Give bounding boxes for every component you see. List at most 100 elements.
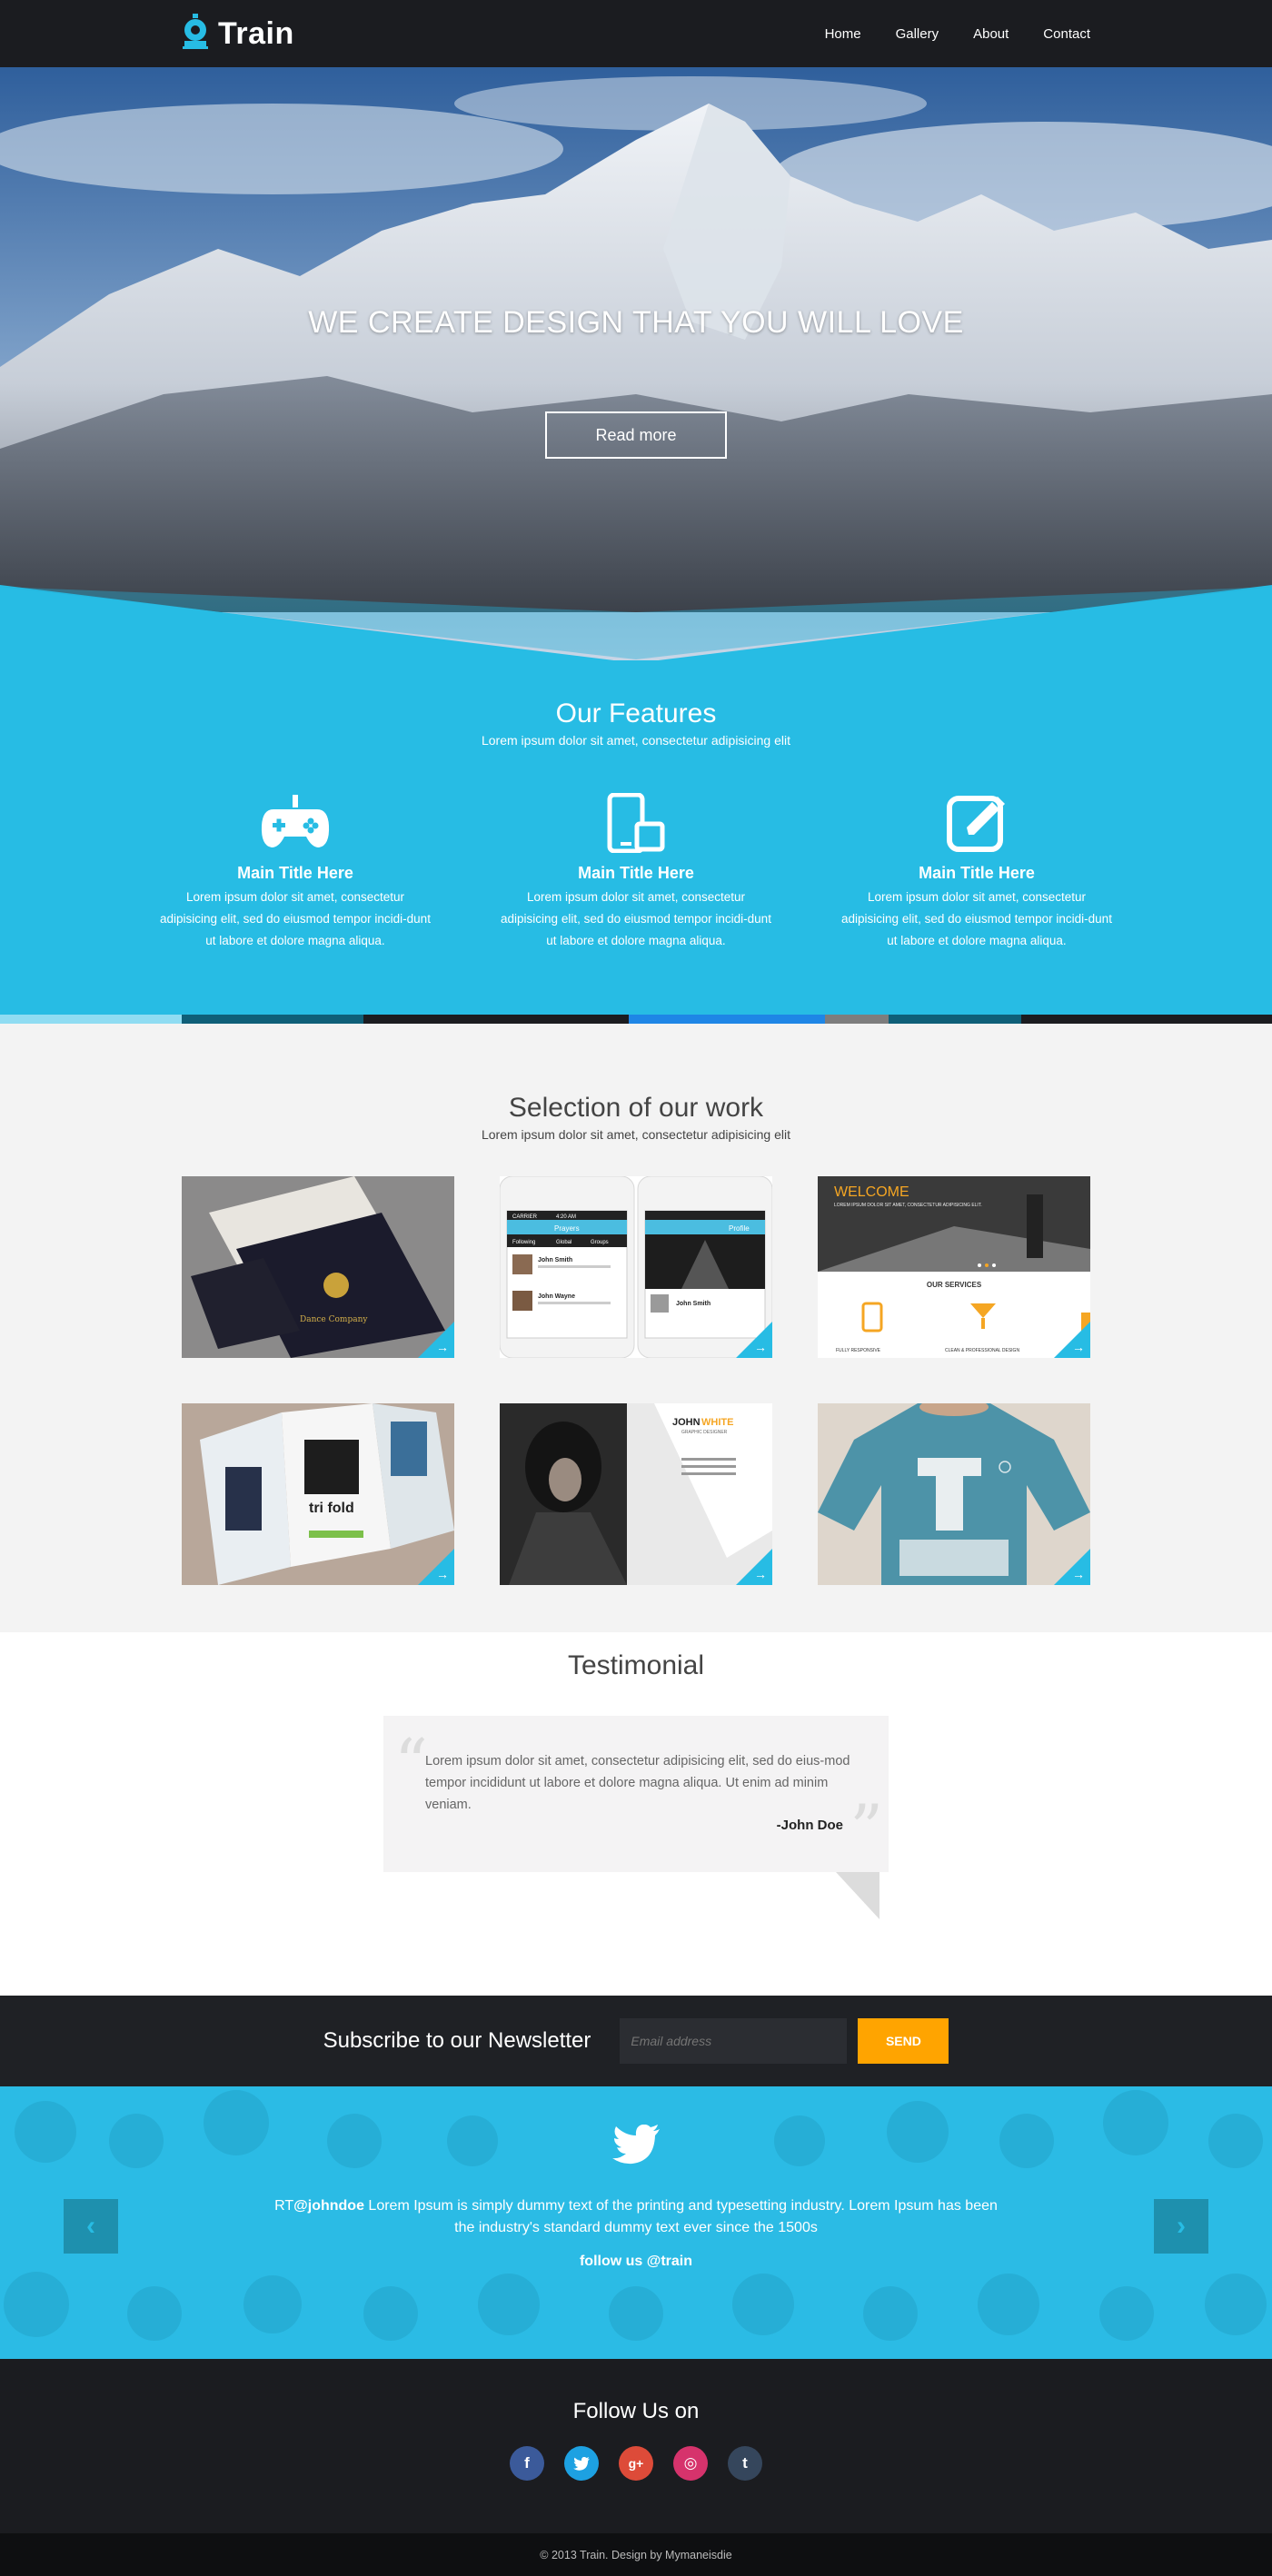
nav-contact[interactable]: Contact xyxy=(1043,26,1090,42)
brochure-image: tri fold xyxy=(182,1403,454,1585)
arrow-right-icon: → xyxy=(1072,1567,1085,1581)
portfolio-item-brochure[interactable]: tri fold → xyxy=(182,1403,454,1585)
portfolio-item-mobile-app[interactable]: CARRIER 4:20 AM Prayers Profile Followin… xyxy=(500,1176,772,1358)
features-title: Our Features xyxy=(555,698,717,728)
google-plus-icon[interactable]: g+ xyxy=(619,2446,653,2481)
tshirt-image xyxy=(818,1403,1090,1585)
arrow-right-icon: → xyxy=(436,1340,449,1354)
devices-icon xyxy=(500,791,772,855)
work-section: Selection of our work Lorem ipsum dolor … xyxy=(0,1024,1272,1632)
website-image: WELCOME LOREM IPSUM DOLOR SIT AMET, CONS… xyxy=(818,1176,1090,1358)
tab-label: Global xyxy=(556,1240,571,1245)
testimonial-card: “ Lorem ipsum dolor sit amet, consectetu… xyxy=(383,1716,889,1872)
tab-label: Groups xyxy=(591,1240,609,1245)
twitter-section: RT@johndoe Lorem Ipsum is simply dummy t… xyxy=(0,2086,1272,2359)
nav-gallery[interactable]: Gallery xyxy=(896,26,939,42)
color-bar xyxy=(0,1015,1272,1024)
color-bar-segment xyxy=(629,1015,825,1024)
hero-headline: WE CREATE DESIGN THAT YOU WILL LOVE xyxy=(308,305,964,340)
tweet-body: Lorem Ipsum is simply dummy text of the … xyxy=(363,2198,998,2235)
send-button[interactable]: SEND xyxy=(858,2018,949,2064)
screen-title-b: Profile xyxy=(729,1224,750,1233)
color-bar-segment xyxy=(1021,1015,1272,1024)
newsletter-section: Subscribe to our Newsletter SEND xyxy=(0,1996,1272,2086)
copyright-text: © 2013 Train. Design by Mymaneisdie xyxy=(540,2548,732,2561)
logo[interactable]: Train xyxy=(182,13,294,54)
hero: WE CREATE DESIGN THAT YOU WILL LOVE Read… xyxy=(0,67,1272,663)
identity-image: JOHN WHITE GRAPHIC DESIGNER xyxy=(500,1403,772,1585)
social-links: f g+ ◎ t xyxy=(0,2446,1272,2481)
testimonial-author: -John Doe xyxy=(776,1818,843,1833)
feature-item: Main Title Here Lorem ipsum dolor sit am… xyxy=(840,791,1113,952)
color-bar-segment xyxy=(889,1015,1021,1024)
quote-close-icon: ” xyxy=(850,1790,883,1867)
brochure-text: tri fold xyxy=(309,1501,354,1516)
next-tweet-button[interactable]: › xyxy=(1154,2199,1208,2254)
portfolio-item-tshirt[interactable]: → xyxy=(818,1403,1090,1585)
profile-name: John Smith xyxy=(676,1301,711,1307)
facebook-icon[interactable]: f xyxy=(510,2446,544,2481)
gamepad-icon xyxy=(159,791,432,855)
tweet-text: RT@johndoe Lorem Ipsum is simply dummy t… xyxy=(263,2195,1009,2239)
portfolio-item-business-cards[interactable]: Dance Company → xyxy=(182,1176,454,1358)
logo-text: Train xyxy=(218,15,294,51)
read-more-button[interactable]: Read more xyxy=(545,411,727,459)
color-bar-segment xyxy=(182,1015,363,1024)
follow-us-link[interactable]: follow us @train xyxy=(0,2254,1272,2270)
testimonial-section: Testimonial “ Lorem ipsum dolor sit amet… xyxy=(0,1632,1272,1996)
testimonial-title: Testimonial xyxy=(567,1650,705,1680)
work-subtitle: Lorem ipsum dolor sit amet, consectetur … xyxy=(481,1127,791,1142)
edit-icon xyxy=(840,791,1113,855)
tweet-handle[interactable]: @johndoe xyxy=(293,2198,364,2214)
dribbble-icon[interactable]: ◎ xyxy=(673,2446,708,2481)
nav-about[interactable]: About xyxy=(973,26,1009,42)
feature-text: Lorem ipsum dolor sit amet, consectetur … xyxy=(841,890,1112,947)
screen-title-a: Prayers xyxy=(554,1224,580,1233)
follow-section: Follow Us on f g+ ◎ t xyxy=(0,2359,1272,2533)
tab-label: Following xyxy=(512,1240,535,1245)
testimonial-tail xyxy=(836,1872,879,1919)
twitter-icon[interactable] xyxy=(564,2446,599,2481)
service-label: FULLY RESPONSIVE xyxy=(836,1348,881,1353)
time-label: 4:20 AM xyxy=(556,1214,576,1220)
contact-name: John Wayne xyxy=(538,1293,575,1300)
color-bar-segment xyxy=(363,1015,629,1024)
service-label: CLEAN & PROFESSIONAL DESIGN xyxy=(945,1348,1019,1353)
welcome-sub: LOREM IPSUM DOLOR SIT AMET, CONSECTETUR … xyxy=(834,1203,982,1208)
welcome-heading: WELCOME xyxy=(834,1184,909,1200)
portfolio-item-website[interactable]: WELCOME LOREM IPSUM DOLOR SIT AMET, CONS… xyxy=(818,1176,1090,1358)
business-cards-image: Dance Company xyxy=(182,1176,454,1358)
work-title: Selection of our work xyxy=(508,1093,764,1123)
feature-text: Lorem ipsum dolor sit amet, consectetur … xyxy=(160,890,431,947)
nav-home[interactable]: Home xyxy=(825,26,861,42)
feature-text: Lorem ipsum dolor sit amet, consectetur … xyxy=(501,890,771,947)
feature-item: Main Title Here Lorem ipsum dolor sit am… xyxy=(500,791,772,952)
carrier-label: CARRIER xyxy=(512,1214,538,1220)
features-subtitle: Lorem ipsum dolor sit amet, consectetur … xyxy=(481,733,791,748)
portfolio-item-identity[interactable]: JOHN WHITE GRAPHIC DESIGNER → xyxy=(500,1403,772,1585)
business-card-text: Dance Company xyxy=(300,1315,368,1324)
tumblr-icon[interactable]: t xyxy=(728,2446,762,2481)
email-input[interactable] xyxy=(620,2018,848,2064)
services-heading: OUR SERVICES xyxy=(927,1281,982,1289)
arrow-right-icon: → xyxy=(754,1567,767,1581)
card-name-first: JOHN xyxy=(672,1417,701,1428)
arrow-right-icon: → xyxy=(436,1567,449,1581)
color-bar-segment xyxy=(0,1015,182,1024)
train-icon xyxy=(182,13,209,54)
quote-open-icon: “ xyxy=(394,1725,428,1801)
mobile-app-image: CARRIER 4:20 AM Prayers Profile Followin… xyxy=(500,1176,772,1358)
feature-title: Main Title Here xyxy=(919,864,1035,882)
testimonial-quote: Lorem ipsum dolor sit amet, consectetur … xyxy=(425,1754,850,1812)
tweet-rt: RT xyxy=(274,2198,294,2214)
chevron-left-icon: ‹ xyxy=(86,2211,95,2241)
footer: © 2013 Train. Design by Mymaneisdie xyxy=(0,2533,1272,2576)
prev-tweet-button[interactable]: ‹ xyxy=(64,2199,118,2254)
features-section: Our Features Lorem ipsum dolor sit amet,… xyxy=(0,660,1272,1015)
newsletter-title: Subscribe to our Newsletter xyxy=(323,2028,591,2053)
main-nav: Home Gallery About Contact xyxy=(825,26,1090,42)
chevron-right-icon: › xyxy=(1177,2211,1186,2241)
feature-item: Main Title Here Lorem ipsum dolor sit am… xyxy=(159,791,432,952)
twitter-bird-icon xyxy=(612,2124,660,2169)
arrow-right-icon: → xyxy=(754,1340,767,1354)
